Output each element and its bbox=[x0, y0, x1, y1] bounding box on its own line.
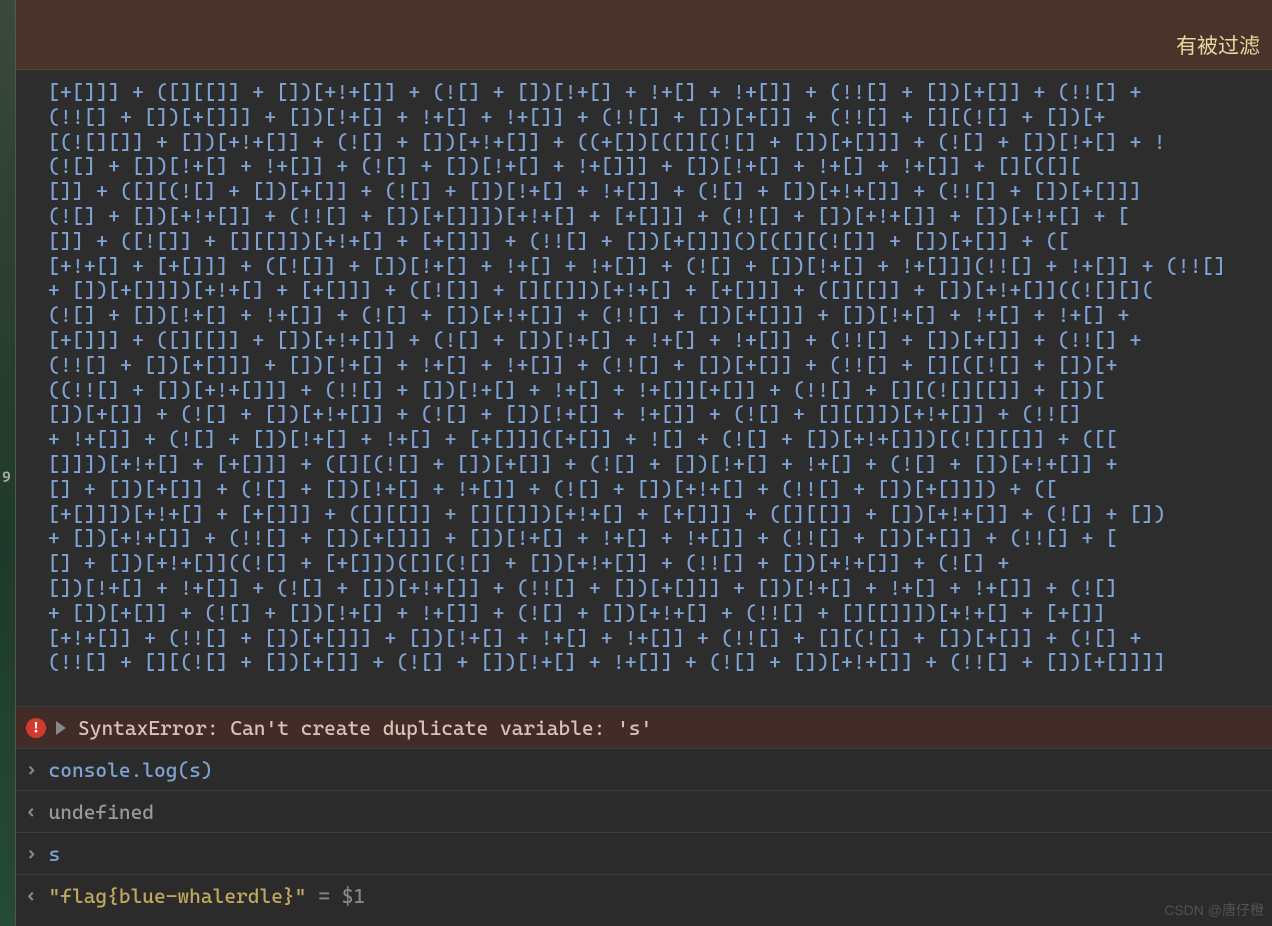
console-error-row[interactable]: SyntaxError: Can't create duplicate vari… bbox=[16, 706, 1272, 748]
input-arrow-icon: › bbox=[26, 759, 37, 780]
console-input-1: console.log(s) bbox=[49, 758, 213, 782]
console-input-2: s bbox=[49, 842, 61, 866]
error-message: SyntaxError: Can't create duplicate vari… bbox=[78, 716, 652, 740]
expand-arrow-icon[interactable] bbox=[56, 721, 66, 735]
editor-left-gutter: 9 bbox=[0, 0, 16, 926]
error-icon bbox=[26, 718, 46, 738]
input-arrow-icon: › bbox=[26, 843, 37, 864]
console-input-row[interactable]: › console.log(s) bbox=[16, 748, 1272, 790]
console-output-row: › "flag{blue-whalerdle}" = $1 bbox=[16, 874, 1272, 916]
warning-banner-text: 有被过滤 bbox=[1176, 34, 1260, 58]
console-output-row: › undefined bbox=[16, 790, 1272, 832]
console-output-1: undefined bbox=[49, 800, 154, 824]
output-arrow-icon: › bbox=[26, 801, 37, 822]
console-output-2-suffix: = $1 bbox=[318, 884, 365, 908]
warning-banner: 有被过滤 bbox=[16, 0, 1272, 70]
output-arrow-icon: › bbox=[26, 885, 37, 906]
jsfuck-output: [+[]]] + ([][[]] + [])[+!+[]] + (![] + [… bbox=[16, 70, 1272, 706]
line-number: 9 bbox=[2, 468, 11, 486]
console-input-row[interactable]: › s bbox=[16, 832, 1272, 874]
console-output-2-string: "flag{blue-whalerdle}" bbox=[49, 884, 307, 908]
console-main: 有被过滤 [+[]]] + ([][[]] + [])[+!+[]] + (![… bbox=[16, 0, 1272, 926]
watermark: CSDN @唐仔橙 bbox=[1164, 900, 1264, 920]
